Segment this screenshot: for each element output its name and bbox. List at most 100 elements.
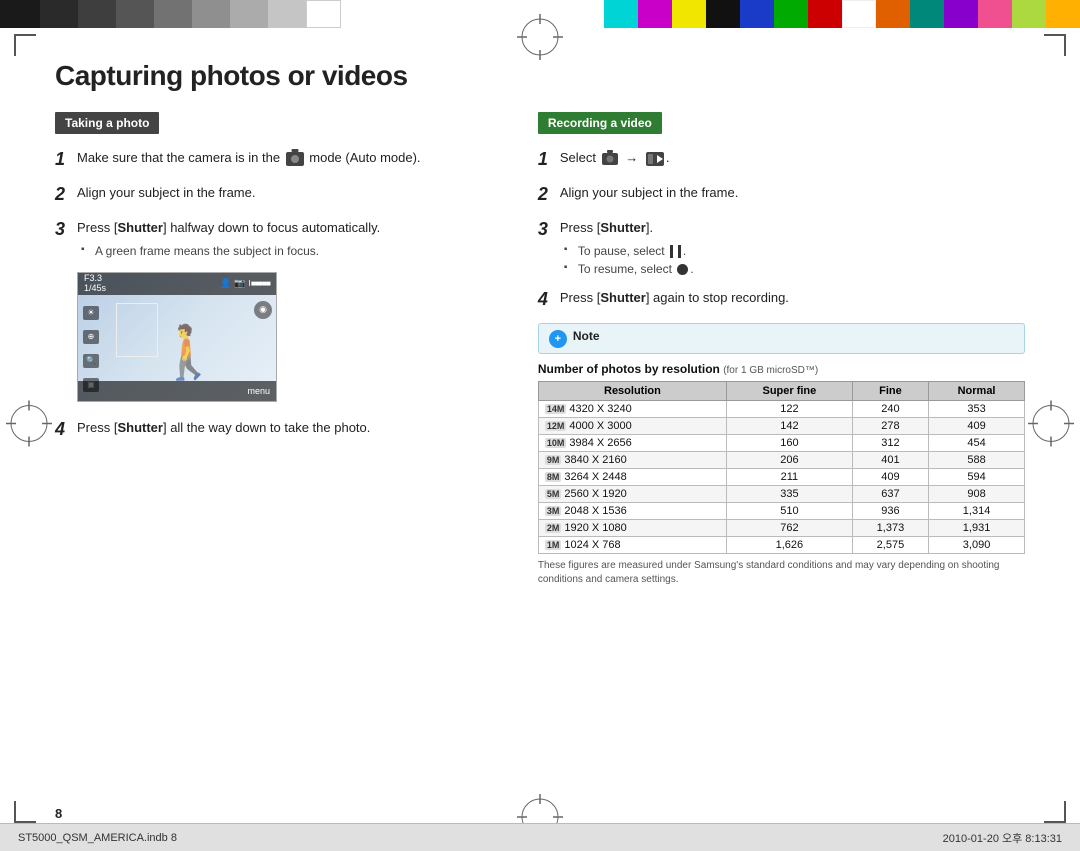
recording-video-steps: 1 Select → . xyxy=(538,148,1025,313)
vf-icon-1: ☀ xyxy=(83,306,99,320)
cell-fine: 409 xyxy=(852,468,928,485)
rstep-num-4: 4 xyxy=(538,286,560,313)
rstep-4: 4 Press [Shutter] again to stop recordin… xyxy=(538,288,1025,313)
footer-left: ST5000_QSM_AMERICA.indb 8 xyxy=(18,832,177,844)
note-box: + Note xyxy=(538,323,1025,354)
camera-mode-icon xyxy=(286,152,304,166)
rstep-num-1: 1 xyxy=(538,146,560,173)
step-num-1: 1 xyxy=(55,146,77,173)
cell-normal: 353 xyxy=(929,400,1025,417)
strip-white2 xyxy=(842,0,876,28)
cell-resolution: 9M3840 X 2160 xyxy=(538,451,726,468)
strip-gap xyxy=(341,0,604,28)
circle-symbol xyxy=(677,264,688,275)
table-header-row: Resolution Super fine Fine Normal xyxy=(538,381,1024,400)
strip-4 xyxy=(116,0,154,28)
cell-super-fine: 206 xyxy=(727,451,853,468)
vf-top-bar: F3.3 1/45s 👤 📷 I ■■■■■ xyxy=(78,273,276,295)
step-3: 3 Press [Shutter] halfway down to focus … xyxy=(55,218,498,260)
cell-normal: 409 xyxy=(929,417,1025,434)
strip-red xyxy=(808,0,842,28)
strip-2 xyxy=(40,0,78,28)
cell-super-fine: 1,626 xyxy=(727,536,853,553)
footer-right: 2010-01-20 오후 8:13:31 xyxy=(943,830,1062,846)
crosshair-left xyxy=(6,400,52,451)
vf-focus-box xyxy=(116,303,158,357)
cell-normal: 908 xyxy=(929,485,1025,502)
rstep-3-sub: To pause, select . To resume, select . xyxy=(564,242,1025,278)
resolution-title: Number of photos by resolution xyxy=(538,362,720,376)
vf-top-icons: 👤 📷 I ■■■■■ xyxy=(220,278,270,289)
vf-shutter-value: 1/45s xyxy=(84,284,106,294)
cell-fine: 312 xyxy=(852,434,928,451)
resolution-table: Resolution Super fine Fine Normal 14M432… xyxy=(538,381,1025,554)
strip-black2 xyxy=(706,0,740,28)
table-row: 3M2048 X 15365109361,314 xyxy=(538,502,1024,519)
rstep-camera-icon xyxy=(602,153,618,165)
step-num-3: 3 xyxy=(55,216,77,243)
cell-resolution: 1M1024 X 768 xyxy=(538,536,726,553)
cell-fine: 1,373 xyxy=(852,519,928,536)
cell-fine: 2,575 xyxy=(852,536,928,553)
table-body: 14M4320 X 324012224035312M4000 X 3000142… xyxy=(538,400,1024,553)
cell-resolution: 2M1920 X 1080 xyxy=(538,519,726,536)
strip-green xyxy=(774,0,808,28)
camera-viewfinder: F3.3 1/45s 👤 📷 I ■■■■■ ☀ ⊕ 🔍 xyxy=(77,272,277,402)
rstep-1: 1 Select → . xyxy=(538,148,1025,173)
cell-normal: 588 xyxy=(929,451,1025,468)
table-row: 2M1920 X 10807621,3731,931 xyxy=(538,519,1024,536)
cell-super-fine: 160 xyxy=(727,434,853,451)
rstep-video-icon xyxy=(646,152,664,166)
strip-6 xyxy=(192,0,230,28)
cell-super-fine: 510 xyxy=(727,502,853,519)
crosshair-right xyxy=(1028,400,1074,451)
rstep-num-3: 3 xyxy=(538,216,560,243)
step-3-sub-1: A green frame means the subject in focus… xyxy=(81,242,498,260)
vf-bottom-bar: menu xyxy=(78,381,276,401)
cell-resolution: 12M4000 X 3000 xyxy=(538,417,726,434)
cell-normal: 594 xyxy=(929,468,1025,485)
rstep-num-2: 2 xyxy=(538,181,560,208)
strip-magenta xyxy=(638,0,672,28)
strip-lime xyxy=(1012,0,1046,28)
cell-fine: 278 xyxy=(852,417,928,434)
col-fine: Fine xyxy=(852,381,928,400)
cell-fine: 240 xyxy=(852,400,928,417)
cell-fine: 401 xyxy=(852,451,928,468)
table-row: 5M2560 X 1920335637908 xyxy=(538,485,1024,502)
vf-icon-3: 🔍 xyxy=(83,354,99,368)
cell-super-fine: 142 xyxy=(727,417,853,434)
cell-resolution: 8M3264 X 2448 xyxy=(538,468,726,485)
two-column-layout: Taking a photo 1 Make sure that the came… xyxy=(55,112,1025,587)
cell-resolution: 14M4320 X 3240 xyxy=(538,400,726,417)
step-1-content: Make sure that the camera is in the mode… xyxy=(77,148,498,168)
strip-yellow xyxy=(672,0,706,28)
table-row: 1M1024 X 7681,6262,5753,090 xyxy=(538,536,1024,553)
cell-normal: 454 xyxy=(929,434,1025,451)
vf-icon-2: ⊕ xyxy=(83,330,99,344)
cell-super-fine: 762 xyxy=(727,519,853,536)
note-label: Note xyxy=(573,329,600,343)
left-column: Taking a photo 1 Make sure that the came… xyxy=(55,112,498,453)
page-number: 8 xyxy=(55,806,62,821)
table-row: 14M4320 X 3240122240353 xyxy=(538,400,1024,417)
step-num-4: 4 xyxy=(55,416,77,443)
corner-mark-br xyxy=(1044,801,1066,823)
step-4: 4 Press [Shutter] all the way down to ta… xyxy=(55,418,498,443)
step-3-content: Press [Shutter] halfway down to focus au… xyxy=(77,218,498,260)
cell-super-fine: 122 xyxy=(727,400,853,417)
rstep-3: 3 Press [Shutter]. To pause, select . xyxy=(538,218,1025,278)
strip-1 xyxy=(0,0,40,28)
step-2-content: Align your subject in the frame. xyxy=(77,183,498,203)
recording-video-header: Recording a video xyxy=(538,112,662,134)
strip-white xyxy=(306,0,341,28)
vf-fstop: F3.3 1/45s xyxy=(84,274,106,294)
pause-symbol xyxy=(670,245,681,258)
corner-mark-tr xyxy=(1044,34,1066,56)
rstep-3-content: Press [Shutter]. To pause, select . To xyxy=(560,218,1025,278)
strip-7 xyxy=(230,0,268,28)
strip-8 xyxy=(268,0,306,28)
bottom-bar: ST5000_QSM_AMERICA.indb 8 2010-01-20 오후 … xyxy=(0,823,1080,851)
rstep-2-content: Align your subject in the frame. xyxy=(560,183,1025,203)
vf-person-silhouette: 🚶 xyxy=(156,327,221,379)
